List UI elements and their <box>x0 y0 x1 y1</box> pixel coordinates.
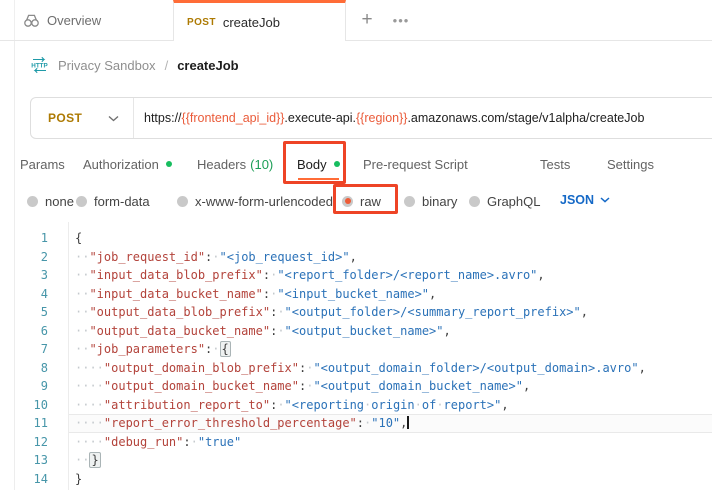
line-number: 6 <box>14 322 48 341</box>
line-number: 10 <box>14 396 48 415</box>
text-cursor <box>407 416 409 429</box>
code-line-14[interactable]: } <box>69 470 712 489</box>
body-status-dot <box>334 161 340 167</box>
tab-tests[interactable]: Tests <box>540 156 570 172</box>
tab-params-label: Params <box>20 157 65 172</box>
http-request-icon: HTTP <box>30 56 49 74</box>
tab-body-label: Body <box>297 157 327 172</box>
breadcrumb-request-name[interactable]: createJob <box>177 58 238 73</box>
radio-raw-label: raw <box>360 194 381 209</box>
language-dropdown[interactable]: JSON <box>560 193 610 207</box>
url-variable: {{frontend_api_id}} <box>182 111 285 125</box>
ellipsis-icon: ••• <box>393 13 410 28</box>
line-number: 3 <box>14 266 48 285</box>
tab-createjob[interactable]: POST createJob <box>173 0 346 41</box>
tab-authorization-label: Authorization <box>83 157 159 172</box>
tab-tests-label: Tests <box>540 157 570 172</box>
window-tab-bar: Overview POST createJob + ••• <box>0 0 712 41</box>
tab-pre-request-script-label: Pre-request Script <box>363 157 468 172</box>
body-editor[interactable]: 1234567891011121314 {··"job_request_id":… <box>0 222 712 490</box>
code-line-6[interactable]: ··"output_data_bucket_name":·"<output_bu… <box>69 322 712 341</box>
authorization-status-dot <box>166 161 172 167</box>
postman-window: Overview POST createJob + ••• HTTP Priva… <box>0 0 712 490</box>
radio-none-label: none <box>45 194 74 209</box>
code-line-9[interactable]: ····"output_domain_bucket_name":·"<outpu… <box>69 377 712 396</box>
tab-createjob-label: createJob <box>223 15 280 30</box>
radio-form-data-label: form-data <box>94 194 150 209</box>
overview-icon <box>23 12 40 29</box>
radio-binary-label: binary <box>422 194 457 209</box>
code-line-4[interactable]: ··"input_data_bucket_name":·"<input_buck… <box>69 285 712 304</box>
radio-form-data-dot <box>76 196 87 207</box>
line-number: 12 <box>14 433 48 452</box>
headers-count: (10) <box>250 157 273 172</box>
radio-graphql-dot <box>469 196 480 207</box>
tab-authorization[interactable]: Authorization <box>83 156 172 172</box>
tab-headers[interactable]: Headers (10) <box>197 156 273 172</box>
code-line-1[interactable]: { <box>69 229 712 248</box>
code-line-5[interactable]: ··"output_data_blob_prefix":·"<output_fo… <box>69 303 712 322</box>
line-number: 1 <box>14 229 48 248</box>
breadcrumb-collection[interactable]: Privacy Sandbox <box>58 58 156 73</box>
breadcrumb: HTTP Privacy Sandbox / createJob <box>30 41 239 89</box>
request-tabs: Params Authorization Headers (10) Body Pr… <box>0 147 712 187</box>
body-type-selector: none form-data x-www-form-urlencoded raw… <box>0 186 712 218</box>
request-url[interactable]: https://{{frontend_api_id}}.execute-api.… <box>134 111 644 125</box>
code-line-13[interactable]: ··} <box>69 451 712 470</box>
method-dropdown[interactable]: POST <box>31 98 134 138</box>
line-number: 8 <box>14 359 48 378</box>
line-number: 11 <box>14 414 48 433</box>
radio-none[interactable]: none <box>27 193 74 209</box>
radio-x-www-dot <box>177 196 188 207</box>
svg-text:HTTP: HTTP <box>31 63 47 70</box>
line-number: 13 <box>14 451 48 470</box>
request-url-bar: POST https://{{frontend_api_id}}.execute… <box>30 97 712 139</box>
tab-options-button[interactable]: ••• <box>388 8 414 32</box>
code-line-10[interactable]: ····"attribution_report_to":·"<reporting… <box>69 396 712 415</box>
tab-overview-label: Overview <box>47 13 101 28</box>
method-label: POST <box>48 111 82 125</box>
radio-raw-dot <box>342 196 353 207</box>
language-dropdown-label: JSON <box>560 193 594 207</box>
radio-none-dot <box>27 196 38 207</box>
editor-gutter: 1234567891011121314 <box>14 229 48 488</box>
code-line-12[interactable]: ····"debug_run":·"true" <box>69 433 712 452</box>
radio-graphql[interactable]: GraphQL <box>469 193 540 209</box>
new-tab-button[interactable]: + <box>354 8 380 32</box>
radio-binary[interactable]: binary <box>404 193 457 209</box>
radio-raw[interactable]: raw <box>342 193 381 209</box>
code-line-2[interactable]: ··"job_request_id":·"<job_request_id>", <box>69 248 712 267</box>
radio-x-www-label: x-www-form-urlencoded <box>195 194 333 209</box>
code-line-8[interactable]: ····"output_domain_blob_prefix":·"<outpu… <box>69 359 712 378</box>
line-number: 5 <box>14 303 48 322</box>
tab-params[interactable]: Params <box>20 156 65 172</box>
url-variable: {{region}} <box>356 111 407 125</box>
radio-x-www-form-urlencoded[interactable]: x-www-form-urlencoded <box>177 193 333 209</box>
tab-pre-request-script[interactable]: Pre-request Script <box>363 156 468 172</box>
radio-form-data[interactable]: form-data <box>76 193 150 209</box>
line-number: 14 <box>14 470 48 489</box>
code-line-11[interactable]: ····"report_error_threshold_percentage":… <box>69 414 712 433</box>
tab-settings-label: Settings <box>607 157 654 172</box>
editor-lines: {··"job_request_id":·"<job_request_id>",… <box>69 229 712 488</box>
tab-body[interactable]: Body <box>297 156 340 172</box>
radio-binary-dot <box>404 196 415 207</box>
plus-icon: + <box>361 9 372 31</box>
chevron-down-icon <box>600 197 610 203</box>
tab-overview[interactable]: Overview <box>14 0 173 40</box>
line-number: 2 <box>14 248 48 267</box>
tab-headers-label: Headers <box>197 157 246 172</box>
tab-method-badge: POST <box>187 17 216 28</box>
breadcrumb-separator: / <box>165 58 169 73</box>
code-line-7[interactable]: ··"job_parameters":·{ <box>69 340 712 359</box>
line-number: 9 <box>14 377 48 396</box>
radio-graphql-label: GraphQL <box>487 194 540 209</box>
tab-settings[interactable]: Settings <box>607 156 654 172</box>
code-line-3[interactable]: ··"input_data_blob_prefix":·"<report_fol… <box>69 266 712 285</box>
line-number: 4 <box>14 285 48 304</box>
line-number: 7 <box>14 340 48 359</box>
chevron-down-icon <box>108 115 119 122</box>
